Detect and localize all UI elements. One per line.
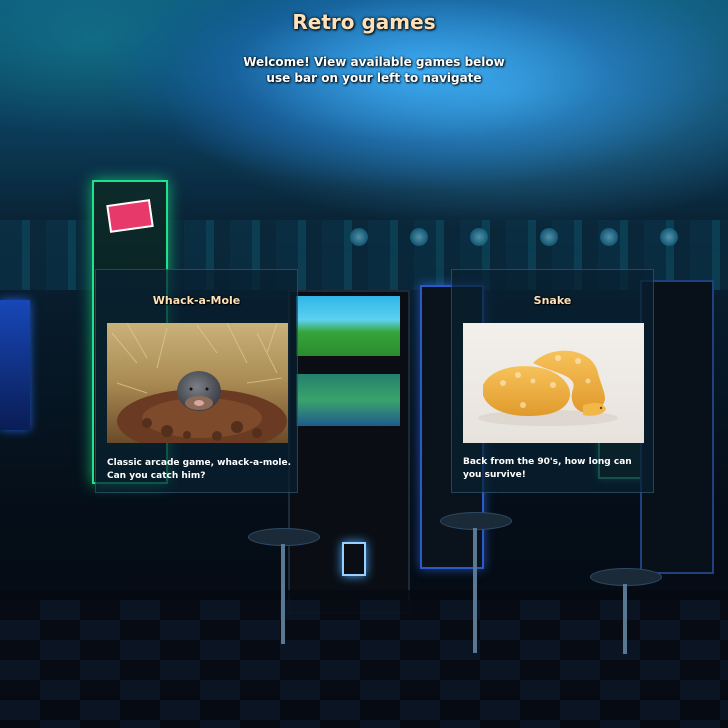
center-cabinet xyxy=(288,290,410,614)
medal-light xyxy=(660,228,678,246)
medal-light xyxy=(470,228,488,246)
cabinet-sign xyxy=(106,199,154,233)
snake-photo[interactable] xyxy=(463,323,644,443)
cabinet-screen-top xyxy=(296,296,400,356)
mole-photo[interactable] xyxy=(107,323,288,443)
game-card-description: Back from the 90's, how long can you sur… xyxy=(463,457,632,480)
ceiling-glow xyxy=(160,0,728,230)
left-machine xyxy=(0,300,30,430)
stool-leg xyxy=(623,584,627,654)
game-card-description: Classic arcade game, whack-a-mole. Can y… xyxy=(107,458,292,481)
stool-leg xyxy=(281,544,285,644)
game-card-title: Whack-a-Mole xyxy=(152,294,241,307)
game-card-whack-a-mole[interactable]: Whack-a-Mole Classic arcade game, whack-… xyxy=(95,269,298,493)
medal-light xyxy=(540,228,558,246)
cabinet-logo xyxy=(342,542,366,576)
game-card-title: Snake xyxy=(533,294,572,307)
medal-light xyxy=(350,228,368,246)
page-title: Retro games xyxy=(292,10,436,34)
subtitle-line-1: Welcome! View available games below xyxy=(243,55,505,69)
medal-light xyxy=(600,228,618,246)
medal-light xyxy=(410,228,428,246)
page-subtitle: Welcome! View available games below use … xyxy=(0,54,728,86)
cabinet-screen-bottom xyxy=(296,374,400,426)
stool-leg xyxy=(473,528,477,653)
game-card-snake[interactable]: Snake Back from the 90's, how long can y… xyxy=(451,269,654,493)
mole-illustration xyxy=(107,323,288,443)
subtitle-line-2: use bar on your left to navigate xyxy=(266,71,482,85)
checkered-floor xyxy=(0,600,728,728)
snake-illustration xyxy=(463,323,644,443)
